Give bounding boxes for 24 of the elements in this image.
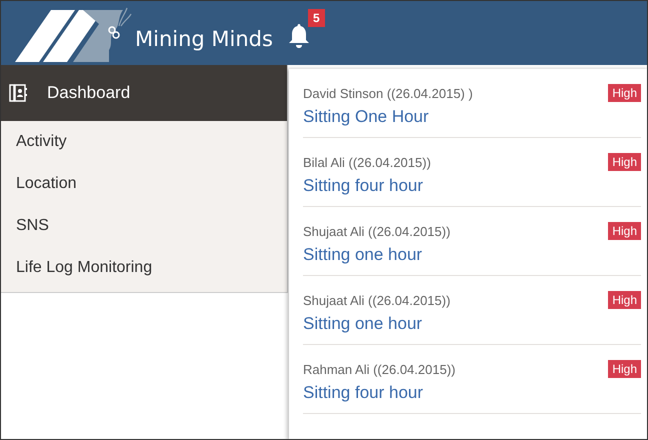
- sidebar-item[interactable]: Life Log Monitoring: [1, 247, 287, 289]
- priority-badge: High: [608, 153, 641, 171]
- sender-name: Shujaat Ali ((26.04.2015)): [303, 292, 450, 308]
- notification-link[interactable]: Sitting four hour: [303, 383, 641, 403]
- bell-icon[interactable]: [286, 23, 311, 49]
- sender-name: David Stinson ((26.04.2015) ): [303, 86, 473, 100]
- sender-name: Rahman Ali ((26.04.2015)): [303, 362, 456, 376]
- priority-badge: High: [608, 222, 641, 240]
- notification-count: 5: [308, 9, 325, 27]
- notification-link[interactable]: Sitting one hour: [303, 245, 641, 265]
- notification-link[interactable]: Sitting four hour: [303, 176, 641, 196]
- notification-link[interactable]: Sitting One Hour: [303, 107, 641, 127]
- priority-badge: High: [608, 84, 641, 102]
- sidebar-item[interactable]: SNS: [1, 205, 287, 247]
- sidebar-item[interactable]: Activity: [1, 121, 287, 163]
- sidebar-item[interactable]: Dashboard: [1, 65, 287, 121]
- sender-name: Shujaat Ali ((26.04.2015)): [303, 224, 450, 238]
- contact-book-icon: [9, 84, 27, 102]
- sidebar-item[interactable]: Location: [1, 163, 287, 205]
- app-name: Mining Minds: [135, 27, 273, 51]
- sender-name: Bilal Ali ((26.04.2015)): [303, 154, 431, 170]
- notification-link[interactable]: Sitting one hour: [303, 314, 641, 334]
- priority-badge: High: [608, 360, 641, 378]
- priority-badge: High: [608, 291, 641, 309]
